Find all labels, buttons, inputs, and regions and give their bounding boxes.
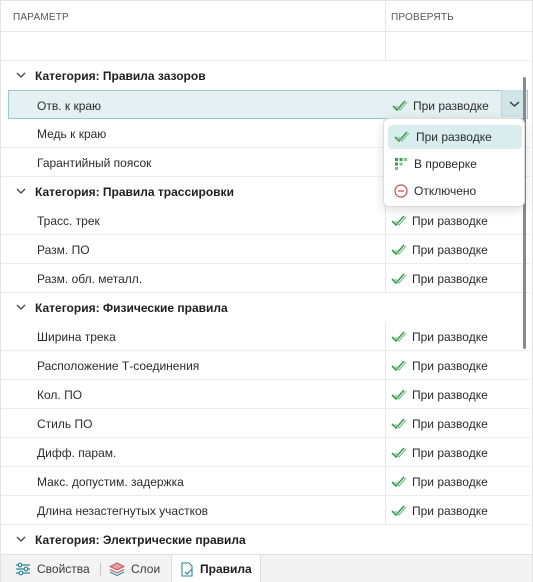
category-row-electrical[interactable]: Категория: Электрические правила: [1, 525, 530, 554]
param-label: Разм. обл. металл.: [37, 272, 143, 286]
double-check-icon: [391, 331, 407, 343]
option-review[interactable]: В проверке: [388, 152, 522, 176]
grid-check-icon: [395, 158, 407, 170]
table-row-selected[interactable]: Отв. к краю При разводке: [8, 90, 528, 119]
tab-rules[interactable]: Правила: [171, 555, 261, 582]
rules-doc-icon: [181, 561, 193, 577]
category-title: Категория: Электрические правила: [35, 533, 246, 547]
tab-layers[interactable]: Слои: [109, 555, 160, 582]
table-row[interactable]: Макс. допустим. задержка При разводке: [1, 467, 530, 496]
chevron-down-icon[interactable]: [15, 69, 27, 81]
check-value[interactable]: При разводке: [392, 98, 489, 114]
param-label: Медь к краю: [37, 127, 107, 141]
option-label: При разводке: [416, 130, 492, 144]
column-header-param[interactable]: ПАРАМЕТР: [13, 12, 69, 23]
double-check-icon: [394, 131, 410, 143]
check-value[interactable]: При разводке: [391, 416, 488, 432]
param-label: Длина незастегнутых участков: [37, 504, 209, 518]
param-label: Кол. ПО: [37, 388, 83, 402]
param-label: Расположение Т-соединения: [37, 359, 200, 373]
table-row[interactable]: Трасс. трек При разводке: [1, 206, 530, 235]
table-row[interactable]: Дифф. парам. При разводке: [1, 438, 530, 467]
value-text: При разводке: [412, 388, 488, 402]
param-label: Макс. допустим. задержка: [37, 475, 184, 489]
double-check-icon: [391, 447, 407, 459]
double-check-icon: [391, 360, 407, 372]
param-label: Стиль ПО: [37, 417, 93, 431]
param-label: Гарантийный поясок: [37, 156, 152, 170]
column-header-check[interactable]: ПРОВЕРЯТЬ: [391, 12, 454, 23]
table-row[interactable]: Ширина трека При разводке: [1, 322, 530, 351]
option-label: Отключено: [414, 184, 477, 198]
double-check-icon: [391, 505, 407, 517]
table-row[interactable]: Расположение Т-соединения При разводке: [1, 351, 530, 380]
double-check-icon: [391, 476, 407, 488]
option-off[interactable]: Отключено: [388, 179, 522, 203]
category-row-physical[interactable]: Категория: Физические правила: [1, 293, 530, 322]
value-text: При разводке: [412, 446, 488, 460]
check-value[interactable]: При разводке: [391, 358, 488, 374]
param-label: Разм. ПО: [37, 243, 90, 257]
double-check-icon: [391, 215, 407, 227]
tab-separator: [100, 563, 101, 576]
value-text: При разводке: [412, 330, 488, 344]
option-routing[interactable]: При разводке: [388, 125, 522, 149]
tab-properties[interactable]: Свойства: [15, 555, 90, 582]
sliders-icon: [16, 562, 30, 576]
double-check-icon: [392, 100, 408, 112]
table-row[interactable]: Стиль ПО При разводке: [1, 409, 530, 438]
table-row[interactable]: Длина незастегнутых участков При разводк…: [1, 496, 530, 525]
layers-icon: [109, 562, 125, 576]
double-check-icon: [391, 418, 407, 430]
column-divider: [385, 322, 386, 525]
chevron-down-icon[interactable]: [15, 301, 27, 313]
tab-label: Правила: [200, 562, 252, 576]
param-label: Ширина трека: [37, 330, 116, 344]
category-title: Категория: Физические правила: [35, 301, 228, 315]
value-text: При разводке: [412, 417, 488, 431]
bottom-tab-bar: Свойства Слои Правила: [1, 554, 532, 582]
value-text: При разводке: [412, 272, 488, 286]
value-text: При разводке: [413, 99, 489, 113]
minus-circle-icon: [394, 184, 408, 198]
rules-panel: ПАРАМЕТР ПРОВЕРЯТЬ Категория: Правила за…: [0, 0, 533, 582]
table-row[interactable]: Разм. ПО При разводке: [1, 235, 530, 264]
table-row[interactable]: Разм. обл. металл. При разводке: [1, 264, 530, 293]
category-title: Категория: Правила трассировки: [35, 185, 234, 199]
check-value[interactable]: При разводке: [391, 271, 488, 287]
value-text: При разводке: [412, 243, 488, 257]
option-label: В проверке: [414, 157, 477, 171]
category-row-clearance[interactable]: Категория: Правила зазоров: [1, 61, 530, 90]
column-divider: [385, 206, 386, 293]
check-value[interactable]: При разводке: [391, 474, 488, 490]
param-label: Трасс. трек: [37, 214, 100, 228]
double-check-icon: [391, 273, 407, 285]
check-mode-dropdown: При разводке В проверке Отключено: [383, 118, 525, 207]
value-text: При разводке: [412, 214, 488, 228]
param-label: Отв. к краю: [37, 99, 102, 113]
category-title: Категория: Правила зазоров: [35, 69, 206, 83]
check-value[interactable]: При разводке: [391, 242, 488, 258]
value-text: При разводке: [412, 359, 488, 373]
check-value[interactable]: При разводке: [391, 445, 488, 461]
check-value[interactable]: При разводке: [391, 387, 488, 403]
value-text: При разводке: [412, 475, 488, 489]
tab-label: Слои: [131, 562, 161, 576]
check-value[interactable]: При разводке: [391, 213, 488, 229]
table-header: ПАРАМЕТР ПРОВЕРЯТЬ: [1, 1, 532, 32]
check-value[interactable]: При разводке: [391, 503, 488, 519]
param-label: Дифф. парам.: [37, 446, 117, 460]
double-check-icon: [391, 244, 407, 256]
table-row: [1, 32, 530, 61]
chevron-down-icon[interactable]: [15, 185, 27, 197]
table-row[interactable]: Кол. ПО При разводке: [1, 380, 530, 409]
tab-label: Свойства: [37, 562, 90, 576]
chevron-down-icon[interactable]: [15, 533, 27, 545]
check-value[interactable]: При разводке: [391, 329, 488, 345]
vertical-scrollbar[interactable]: [523, 77, 526, 349]
value-text: При разводке: [412, 504, 488, 518]
double-check-icon: [391, 389, 407, 401]
